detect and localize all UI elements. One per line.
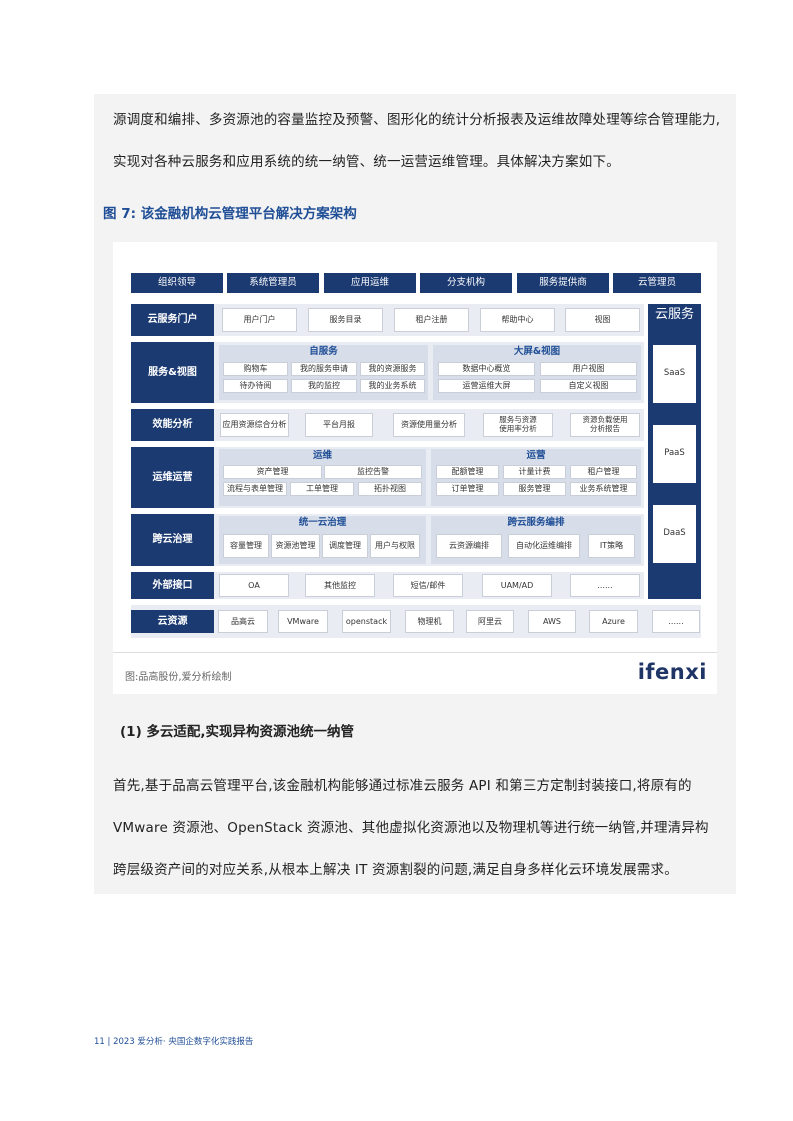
efficiency-item: 平台月报 — [305, 413, 373, 437]
figure-source: 图:品高股份,爱分析绘制 — [125, 672, 232, 683]
external-label: 外部接口 — [131, 572, 214, 599]
efficiency-item: 资源使用量分析 — [393, 413, 465, 437]
external-item: 短信/邮件 — [393, 574, 463, 597]
figure-divider — [113, 652, 717, 653]
operation-title: 运营 — [526, 450, 546, 462]
external-item: ...... — [570, 574, 640, 597]
page-footer: 11 | 2023 爱分析· 央国企数字化实践报告 — [94, 1037, 254, 1047]
role-branch: 分支机构 — [420, 273, 512, 293]
portal-item: 租户注册 — [394, 308, 469, 332]
external-item: 其他监控 — [305, 574, 375, 597]
operation-item: 租户管理 — [570, 465, 637, 479]
resource-item: VMware — [278, 610, 328, 633]
efficiency-item: 资源负载使用 分析报告 — [570, 413, 640, 437]
role-app-ops: 应用运维 — [324, 273, 416, 293]
cloud-service-title: 云服务 — [654, 306, 694, 322]
figure-caption: 图 7: 该金融机构云管理平台解决方案架构 — [103, 206, 357, 222]
efficiency-label: 效能分析 — [131, 409, 214, 441]
om-item: 资产管理 — [223, 465, 322, 479]
daas-box: DaaS — [653, 505, 696, 563]
external-item: OA — [219, 574, 289, 597]
intro-line-2: 实现对各种云服务和应用系统的统一纳管、统一运营运维管理。具体解决方案如下。 — [113, 154, 620, 170]
portal-item: 用户门户 — [222, 308, 297, 332]
self-service-item: 我的监控 — [291, 379, 357, 393]
resource-item: Azure — [589, 610, 638, 633]
portal-item: 服务目录 — [308, 308, 383, 332]
intro-line-1: 源调度和编排、多资源池的容量监控及预警、图形化的统计分析报表及运维故障处理等综合… — [113, 112, 721, 128]
big-screen-item: 运营运维大屏 — [438, 379, 535, 393]
service-view-label: 服务&视图 — [131, 342, 214, 403]
unified-governance-title: 统一云治理 — [298, 517, 347, 529]
role-sys-admin: 系统管理员 — [227, 273, 319, 293]
resource-item: AWS — [528, 610, 576, 633]
operation-item: 订单管理 — [436, 482, 499, 496]
big-screen-item: 数据中心概览 — [438, 362, 535, 376]
orchestration-item: 自动化运维编排 — [508, 534, 580, 558]
om-item: 流程与表单管理 — [223, 482, 287, 496]
portal-item: 视图 — [565, 308, 640, 332]
orchestration-title: 跨云服务编排 — [507, 517, 565, 529]
operation-item: 服务管理 — [503, 482, 566, 496]
resource-item: ...... — [652, 610, 700, 633]
om-item: 监控告警 — [324, 465, 422, 479]
body-line-1: 首先,基于品高云管理平台,该金融机构能够通过标准云服务 API 和第三方定制封装… — [113, 778, 692, 794]
role-cloud-admin: 云管理员 — [613, 273, 701, 293]
governance-item: 用户与权限 — [370, 534, 420, 558]
big-screen-item: 自定义视图 — [540, 379, 637, 393]
efficiency-item: 服务与资源 使用率分析 — [483, 413, 553, 437]
role-org-leader: 组织领导 — [131, 273, 223, 293]
big-screen-title: 大屏&视图 — [513, 346, 561, 358]
governance-item: 容量管理 — [223, 534, 269, 558]
body-line-3: 跨层级资产间的对应关系,从根本上解决 IT 资源割裂的问题,满足自身多样化云环境… — [113, 862, 678, 878]
resources-label: 云资源 — [131, 610, 214, 633]
self-service-title: 自服务 — [309, 346, 338, 358]
orchestration-item: 云资源编排 — [436, 534, 502, 558]
self-service-item: 我的业务系统 — [360, 379, 425, 393]
big-screen-item: 用户视图 — [540, 362, 637, 376]
operation-item: 业务系统管理 — [570, 482, 637, 496]
efficiency-item: 应用资源综合分析 — [220, 413, 289, 437]
governance-label: 跨云治理 — [131, 514, 214, 566]
paas-box: PaaS — [653, 425, 696, 483]
architecture-figure: 组织领导 系统管理员 应用运维 分支机构 服务提供商 云管理员 云服务 SaaS… — [113, 242, 717, 694]
operation-item: 计量计费 — [503, 465, 566, 479]
operation-item: 配额管理 — [436, 465, 499, 479]
body-line-2: VMware 资源池、OpenStack 资源池、其他虚拟化资源池以及物理机等进… — [113, 820, 709, 836]
governance-item: 资源池管理 — [271, 534, 320, 558]
portal-label: 云服务门户 — [131, 304, 214, 336]
orchestration-item: IT策略 — [588, 534, 635, 558]
ifenxi-logo: ifenxi — [637, 660, 707, 684]
section-title: (1) 多云适配,实现异构资源池统一纳管 — [120, 724, 355, 740]
om-title: 运维 — [312, 450, 332, 462]
resource-item: 阿里云 — [466, 610, 514, 633]
self-service-item: 我的资源服务 — [360, 362, 425, 376]
om-item: 工单管理 — [290, 482, 354, 496]
external-item: UAM/AD — [482, 574, 552, 597]
governance-item: 调度管理 — [322, 534, 368, 558]
self-service-item: 待办待阅 — [223, 379, 288, 393]
resource-item: 物理机 — [405, 610, 454, 633]
resource-item: 品高云 — [218, 610, 268, 633]
self-service-item: 购物车 — [223, 362, 288, 376]
om-item: 拓扑视图 — [358, 482, 422, 496]
portal-item: 帮助中心 — [480, 308, 555, 332]
self-service-item: 我的服务申请 — [291, 362, 357, 376]
ops-label: 运维运营 — [131, 447, 214, 508]
resource-item: openstack — [342, 610, 391, 633]
saas-box: SaaS — [653, 345, 696, 403]
role-provider: 服务提供商 — [517, 273, 609, 293]
